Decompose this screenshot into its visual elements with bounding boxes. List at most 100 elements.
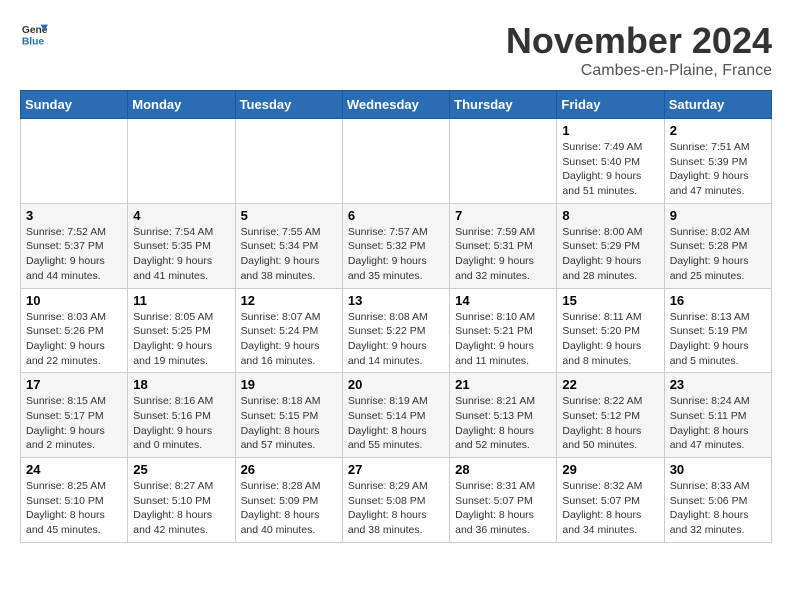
day-info: Sunrise: 8:28 AM Sunset: 5:09 PM Dayligh… [241,479,337,538]
day-info: Sunrise: 8:21 AM Sunset: 5:13 PM Dayligh… [455,394,551,453]
calendar-cell [342,119,449,204]
day-info: Sunrise: 8:29 AM Sunset: 5:08 PM Dayligh… [348,479,444,538]
calendar-cell: 4 Sunrise: 7:54 AM Sunset: 5:35 PM Daylig… [128,203,235,288]
calendar-cell [450,119,557,204]
calendar-cell: 24 Sunrise: 8:25 AM Sunset: 5:10 PM Dayli… [21,458,128,543]
day-info: Sunrise: 8:32 AM Sunset: 5:07 PM Dayligh… [562,479,658,538]
day-number: 20 [348,377,444,392]
day-number: 29 [562,462,658,477]
day-number: 17 [26,377,122,392]
calendar-cell: 13Sunrise: 8:08 AM Sunset: 5:22 PM Dayli… [342,288,449,373]
calendar-cell: 19 Sunrise: 8:18 AM Sunset: 5:15 PM Dayli… [235,373,342,458]
day-info: Sunrise: 8:13 AM Sunset: 5:19 PM Dayligh… [670,310,766,369]
day-info: Sunrise: 8:10 AM Sunset: 5:21 PM Dayligh… [455,310,551,369]
day-number: 8 [562,208,658,223]
calendar-cell: 30 Sunrise: 8:33 AM Sunset: 5:06 PM Dayli… [664,458,771,543]
calendar-subtitle: Cambes-en-Plaine, France [506,62,772,80]
day-info: Sunrise: 7:55 AM Sunset: 5:34 PM Dayligh… [241,225,337,284]
calendar-cell: 18Sunrise: 8:16 AM Sunset: 5:16 PM Dayli… [128,373,235,458]
calendar-cell: 22Sunrise: 8:22 AM Sunset: 5:12 PM Dayli… [557,373,664,458]
day-info: Sunrise: 8:03 AM Sunset: 5:26 PM Dayligh… [26,310,122,369]
calendar-cell: 9 Sunrise: 8:02 AM Sunset: 5:28 PM Daylig… [664,203,771,288]
day-number: 24 [26,462,122,477]
calendar-cell: 3 Sunrise: 7:52 AM Sunset: 5:37 PM Daylig… [21,203,128,288]
day-number: 19 [241,377,337,392]
header-wednesday: Wednesday [342,91,449,119]
day-number: 6 [348,208,444,223]
day-number: 26 [241,462,337,477]
day-number: 16 [670,293,766,308]
header-friday: Friday [557,91,664,119]
calendar-cell: 10 Sunrise: 8:03 AM Sunset: 5:26 PM Dayli… [21,288,128,373]
day-number: 10 [26,293,122,308]
calendar-cell: 14 Sunrise: 8:10 AM Sunset: 5:21 PM Dayli… [450,288,557,373]
calendar-cell: 2 Sunrise: 7:51 AM Sunset: 5:39 PM Daylig… [664,119,771,204]
day-number: 21 [455,377,551,392]
day-number: 11 [133,293,229,308]
day-info: Sunrise: 8:15 AM Sunset: 5:17 PM Dayligh… [26,394,122,453]
calendar-cell: 17 Sunrise: 8:15 AM Sunset: 5:17 PM Dayli… [21,373,128,458]
day-number: 5 [241,208,337,223]
day-number: 15 [562,293,658,308]
day-info: Sunrise: 7:54 AM Sunset: 5:35 PM Dayligh… [133,225,229,284]
day-number: 14 [455,293,551,308]
day-number: 12 [241,293,337,308]
day-number: 28 [455,462,551,477]
day-info: Sunrise: 8:25 AM Sunset: 5:10 PM Dayligh… [26,479,122,538]
calendar-cell: 21 Sunrise: 8:21 AM Sunset: 5:13 PM Dayli… [450,373,557,458]
day-info: Sunrise: 8:00 AM Sunset: 5:29 PM Dayligh… [562,225,658,284]
svg-text:Blue: Blue [22,36,45,47]
day-number: 3 [26,208,122,223]
day-number: 1 [562,123,658,138]
calendar-row-0: 1 Sunrise: 7:49 AM Sunset: 5:40 PM Daylig… [21,119,772,204]
day-info: Sunrise: 7:57 AM Sunset: 5:32 PM Dayligh… [348,225,444,284]
calendar-row-1: 3 Sunrise: 7:52 AM Sunset: 5:37 PM Daylig… [21,203,772,288]
calendar-cell: 29 Sunrise: 8:32 AM Sunset: 5:07 PM Dayli… [557,458,664,543]
calendar-row-4: 24 Sunrise: 8:25 AM Sunset: 5:10 PM Dayli… [21,458,772,543]
day-info: Sunrise: 7:51 AM Sunset: 5:39 PM Dayligh… [670,140,766,199]
day-number: 22 [562,377,658,392]
day-info: Sunrise: 8:18 AM Sunset: 5:15 PM Dayligh… [241,394,337,453]
day-number: 7 [455,208,551,223]
title-area: November 2024 Cambes-en-Plaine, France [506,20,772,80]
day-info: Sunrise: 8:33 AM Sunset: 5:06 PM Dayligh… [670,479,766,538]
header-thursday: Thursday [450,91,557,119]
day-info: Sunrise: 8:05 AM Sunset: 5:25 PM Dayligh… [133,310,229,369]
day-info: Sunrise: 8:31 AM Sunset: 5:07 PM Dayligh… [455,479,551,538]
calendar-cell: 25Sunrise: 8:27 AM Sunset: 5:10 PM Dayli… [128,458,235,543]
day-number: 27 [348,462,444,477]
day-info: Sunrise: 7:59 AM Sunset: 5:31 PM Dayligh… [455,225,551,284]
day-info: Sunrise: 8:19 AM Sunset: 5:14 PM Dayligh… [348,394,444,453]
calendar-cell: 27 Sunrise: 8:29 AM Sunset: 5:08 PM Dayli… [342,458,449,543]
header-monday: Monday [128,91,235,119]
calendar-cell: 6 Sunrise: 7:57 AM Sunset: 5:32 PM Daylig… [342,203,449,288]
day-info: Sunrise: 8:27 AM Sunset: 5:10 PM Dayligh… [133,479,229,538]
calendar-cell: 5 Sunrise: 7:55 AM Sunset: 5:34 PM Daylig… [235,203,342,288]
calendar-cell: 12 Sunrise: 8:07 AM Sunset: 5:24 PM Dayli… [235,288,342,373]
day-info: Sunrise: 8:07 AM Sunset: 5:24 PM Dayligh… [241,310,337,369]
calendar-cell: 11 Sunrise: 8:05 AM Sunset: 5:25 PM Dayli… [128,288,235,373]
day-info: Sunrise: 8:02 AM Sunset: 5:28 PM Dayligh… [670,225,766,284]
calendar-cell [21,119,128,204]
day-number: 30 [670,462,766,477]
calendar-title: November 2024 [506,20,772,62]
header-tuesday: Tuesday [235,91,342,119]
day-info: Sunrise: 7:49 AM Sunset: 5:40 PM Dayligh… [562,140,658,199]
header-saturday: Saturday [664,91,771,119]
day-number: 2 [670,123,766,138]
day-info: Sunrise: 8:08 AM Sunset: 5:22 PM Dayligh… [348,310,444,369]
day-number: 9 [670,208,766,223]
header-row: SundayMondayTuesdayWednesdayThursdayFrid… [21,91,772,119]
calendar-cell [235,119,342,204]
day-info: Sunrise: 8:24 AM Sunset: 5:11 PM Dayligh… [670,394,766,453]
calendar-row-2: 10 Sunrise: 8:03 AM Sunset: 5:26 PM Dayli… [21,288,772,373]
page-header: General Blue November 2024 Cambes-en-Pla… [20,20,772,80]
calendar-cell: 26 Sunrise: 8:28 AM Sunset: 5:09 PM Dayli… [235,458,342,543]
calendar-cell: 15Sunrise: 8:11 AM Sunset: 5:20 PM Dayli… [557,288,664,373]
calendar-cell [128,119,235,204]
calendar-cell: 28 Sunrise: 8:31 AM Sunset: 5:07 PM Dayli… [450,458,557,543]
day-info: Sunrise: 7:52 AM Sunset: 5:37 PM Dayligh… [26,225,122,284]
day-number: 4 [133,208,229,223]
day-info: Sunrise: 8:16 AM Sunset: 5:16 PM Dayligh… [133,394,229,453]
calendar-table: SundayMondayTuesdayWednesdayThursdayFrid… [20,90,772,543]
